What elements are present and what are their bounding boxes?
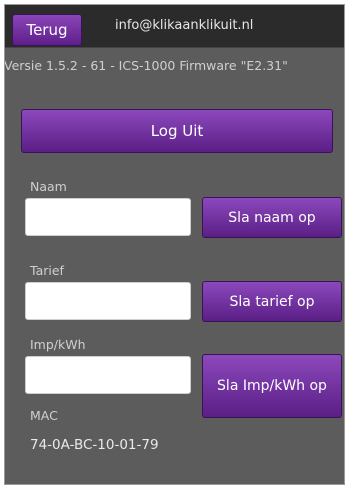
logout-button[interactable]: Log Uit (21, 109, 333, 153)
name-label: Naam (30, 179, 67, 194)
save-name-button[interactable]: Sla naam op (202, 197, 342, 238)
imp-label: Imp/kWh (30, 337, 86, 352)
account-email: info@klikaanklikuit.nl (115, 18, 254, 33)
save-imp-button[interactable]: Sla Imp/kWh op (202, 354, 342, 418)
name-input[interactable] (25, 198, 191, 236)
app-screen: Terug info@klikaanklikuit.nl Versie 1.5.… (4, 4, 345, 485)
tariff-input[interactable] (25, 282, 191, 320)
version-text: Versie 1.5.2 - 61 - ICS-1000 Firmware "E… (4, 58, 288, 73)
back-button[interactable]: Terug (12, 14, 82, 46)
top-bar: Terug info@klikaanklikuit.nl (5, 5, 344, 48)
imp-input[interactable] (25, 356, 191, 394)
save-tariff-button[interactable]: Sla tarief op (202, 281, 342, 322)
tariff-label: Tarief (30, 263, 64, 278)
mac-label: MAC (30, 408, 58, 423)
mac-value: 74-0A-BC-10-01-79 (30, 437, 159, 453)
